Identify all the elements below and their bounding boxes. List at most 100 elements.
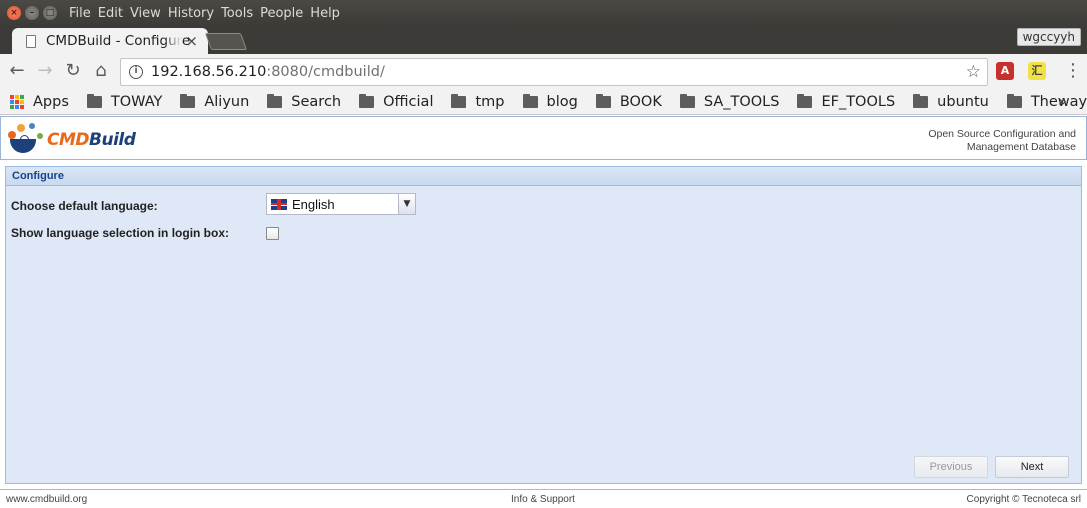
bookmark-book[interactable]: BOOK xyxy=(595,93,662,110)
bookmark-label: Aliyun xyxy=(204,93,250,110)
folder-icon xyxy=(86,93,102,108)
logo-mark-icon xyxy=(7,123,45,157)
forward-arrow-icon[interactable]: → xyxy=(34,60,56,82)
url-text[interactable]: 192.168.56.210:8080/cmdbuild/ xyxy=(151,64,385,80)
logo-text-suffix: Build xyxy=(89,130,136,150)
apps-dot xyxy=(10,94,14,99)
os-title-bar: × – □ File Edit View History Tools People Help xyxy=(0,0,1087,26)
extension-translate-icon[interactable]: 汇 xyxy=(1028,62,1046,80)
profile-button[interactable]: wgccyyh xyxy=(1016,28,1081,46)
window-close-icon[interactable]: × xyxy=(7,6,21,20)
apps-dot xyxy=(15,99,19,104)
folder-icon xyxy=(267,93,283,108)
folder-icon xyxy=(797,93,813,108)
reload-icon[interactable]: ↻ xyxy=(62,60,84,82)
home-icon[interactable]: ⌂ xyxy=(90,60,112,82)
url-path: :8080/cmdbuild/ xyxy=(266,64,385,80)
logo-ball xyxy=(29,123,35,129)
folder-icon xyxy=(522,93,538,108)
logo-ball xyxy=(37,133,43,139)
apps-dot xyxy=(10,104,14,109)
default-language-label: Choose default language: xyxy=(11,199,158,213)
bookmark-theway[interactable]: Theway xyxy=(1006,93,1087,110)
bookmark-toway[interactable]: TOWAY xyxy=(86,93,163,110)
window-minimize-icon[interactable]: – xyxy=(25,6,39,20)
tab-cmdbuild[interactable]: CMDBuild - Configure × xyxy=(12,28,208,54)
tab-strip: CMDBuild - Configure × wgccyyh xyxy=(0,26,1087,54)
logo-ball xyxy=(17,124,25,132)
show-language-label: Show language selection in login box: xyxy=(11,226,230,240)
cmdbuild-page: CMDBuild Open Source Configuration and M… xyxy=(0,116,1087,508)
chevron-down-icon[interactable]: ▼ xyxy=(398,194,415,214)
logo-text-prefix: CMD xyxy=(47,130,90,150)
bookmark-aliyun[interactable]: Aliyun xyxy=(180,93,250,110)
app-header: CMDBuild Open Source Configuration and M… xyxy=(0,116,1087,160)
bookmark-label: Search xyxy=(291,93,342,110)
apps-dot xyxy=(15,104,19,109)
language-value: English xyxy=(292,196,335,212)
apps-dot xyxy=(20,94,24,99)
bookmark-label: TOWAY xyxy=(110,93,163,110)
logo-text: CMDBuild xyxy=(47,130,136,150)
apps-dot xyxy=(10,99,14,104)
folder-icon xyxy=(451,93,467,108)
configure-panel: Configure Choose default language: Engli… xyxy=(5,166,1082,484)
menu-help[interactable]: Help xyxy=(310,6,340,21)
window-controls: × – □ xyxy=(7,6,69,20)
previous-button[interactable]: Previous xyxy=(914,456,988,478)
new-tab-button[interactable] xyxy=(204,33,248,50)
folder-icon xyxy=(180,93,196,108)
folder-icon xyxy=(595,93,611,108)
apps-dot xyxy=(20,104,24,109)
menu-file[interactable]: File xyxy=(69,6,91,21)
show-language-checkbox[interactable] xyxy=(266,227,279,240)
browser-toolbar: ← → ↻ ⌂ i 192.168.56.210:8080/cmdbuild/ … xyxy=(0,54,1087,89)
cmdbuild-logo: CMDBuild xyxy=(7,123,136,157)
flag-cross xyxy=(271,203,287,205)
menu-edit[interactable]: Edit xyxy=(98,6,123,21)
uk-flag-icon xyxy=(271,198,287,210)
bookmark-label: tmp xyxy=(475,93,505,110)
bookmark-apps[interactable]: Apps xyxy=(10,94,69,110)
tagline-line-1: Open Source Configuration and xyxy=(928,128,1076,140)
extension-a-icon[interactable]: A xyxy=(996,62,1014,80)
bookmark-sa-tools[interactable]: SA_TOOLS xyxy=(679,93,780,110)
apps-dot xyxy=(15,94,19,99)
back-arrow-icon[interactable]: ← xyxy=(6,60,28,82)
bookmark-star-icon[interactable]: ☆ xyxy=(966,62,981,82)
bookmarks-bar: Apps TOWAY Aliyun Search Official tmp blog BOO… xyxy=(0,89,1087,115)
footer-support-link[interactable]: Info & Support xyxy=(511,494,575,505)
bookmark-label: SA_TOOLS xyxy=(703,93,780,110)
info-icon[interactable]: i xyxy=(129,65,143,79)
menu-history[interactable]: History xyxy=(168,6,214,21)
bookmark-ef-tools[interactable]: EF_TOOLS xyxy=(797,93,896,110)
menu-view[interactable]: View xyxy=(130,6,161,21)
bookmark-official[interactable]: Official xyxy=(359,93,433,110)
menu-people[interactable]: People xyxy=(260,6,303,21)
apps-dot xyxy=(20,99,24,104)
next-button[interactable]: Next xyxy=(995,456,1069,478)
address-bar[interactable]: i 192.168.56.210:8080/cmdbuild/ ☆ xyxy=(120,58,988,86)
bookmark-ubuntu[interactable]: ubuntu xyxy=(913,93,989,110)
bookmark-label: blog xyxy=(546,93,578,110)
more-bookmarks-icon[interactable]: » xyxy=(1058,92,1067,110)
folder-icon xyxy=(359,93,375,108)
bookmark-blog[interactable]: blog xyxy=(522,93,578,110)
bookmark-label: BOOK xyxy=(619,93,662,110)
bookmark-search[interactable]: Search xyxy=(267,93,342,110)
apps-grid-icon xyxy=(10,94,24,109)
browser-menu-icon[interactable]: ⋮ xyxy=(1064,60,1082,81)
panel-title: Configure xyxy=(6,167,1081,186)
bookmark-tmp[interactable]: tmp xyxy=(451,93,505,110)
folder-icon xyxy=(679,93,695,108)
tab-close-icon[interactable]: × xyxy=(185,32,198,50)
app-menu-bar: File Edit View History Tools People Help xyxy=(69,6,347,21)
default-language-select[interactable]: English ▼ xyxy=(266,193,416,215)
footer-website-link[interactable]: www.cmdbuild.org xyxy=(6,494,87,505)
tab-fade xyxy=(164,28,182,54)
menu-tools[interactable]: Tools xyxy=(221,6,253,21)
bookmark-label: EF_TOOLS xyxy=(821,93,896,110)
window-maximize-icon[interactable]: □ xyxy=(43,6,57,20)
folder-icon xyxy=(913,93,929,108)
logo-bowl xyxy=(10,139,36,153)
